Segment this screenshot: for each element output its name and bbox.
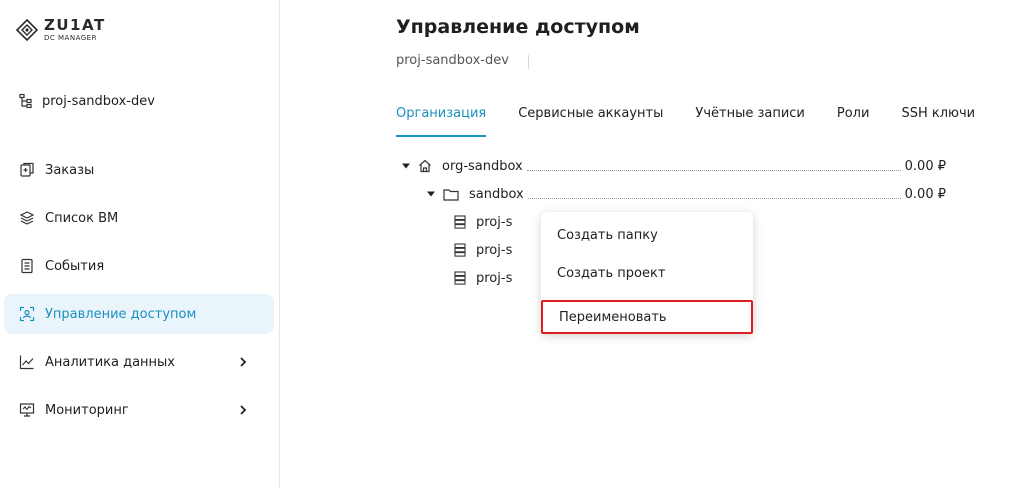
server-icon — [454, 271, 466, 285]
leader-dots — [526, 161, 901, 171]
analytics-icon — [19, 355, 34, 370]
caret-down-icon[interactable] — [425, 190, 437, 198]
context-menu: Создать папку Создать проект Переименова… — [541, 212, 753, 334]
tabs: Организация Сервисные аккаунты Учётные з… — [396, 106, 1007, 137]
tree-row[interactable]: sandbox 0.00 ₽ — [425, 182, 946, 206]
logo-icon — [16, 19, 38, 41]
page-subtitle: proj-sandbox-dev — [396, 53, 509, 68]
menu-item-create-project[interactable]: Создать проект — [541, 256, 753, 290]
sidebar-item-events[interactable]: События — [4, 246, 274, 286]
sidebar-item-vm-list[interactable]: Список ВМ — [4, 198, 274, 238]
hierarchy-icon — [19, 93, 32, 109]
chevron-right-icon — [240, 405, 247, 415]
sidebar-item-orders[interactable]: Заказы — [4, 150, 274, 190]
leader-dots — [527, 189, 901, 199]
events-icon — [21, 258, 33, 274]
tab-user-accounts[interactable]: Учётные записи — [695, 106, 805, 137]
access-icon — [19, 306, 35, 322]
folder-icon — [443, 188, 459, 201]
tab-roles[interactable]: Роли — [837, 106, 870, 137]
chevron-right-icon — [240, 357, 247, 367]
logo[interactable]: ZU1AT DC MANAGER — [16, 18, 106, 42]
sidebar: ZU1AT DC MANAGER proj-sandbox-dev Заказы — [0, 0, 280, 488]
sidebar-item-label: Управление доступом — [45, 306, 197, 322]
tree-label: org-sandbox — [442, 158, 523, 174]
tree-label: proj-s — [476, 270, 513, 286]
tree-amount: 0.00 ₽ — [904, 158, 946, 174]
tree-row[interactable]: proj-s — [454, 238, 512, 262]
sidebar-nav: Заказы Список ВМ События Управление дост… — [4, 150, 274, 438]
server-icon — [454, 215, 466, 229]
page-title: Управление доступом — [396, 16, 640, 38]
vm-list-icon — [19, 211, 35, 225]
sidebar-item-label: Аналитика данных — [45, 354, 175, 370]
caret-down-icon[interactable] — [400, 162, 412, 170]
tree-label: sandbox — [469, 186, 524, 202]
server-icon — [454, 243, 466, 257]
tree-label: proj-s — [476, 242, 513, 258]
menu-item-create-folder[interactable]: Создать папку — [541, 218, 753, 252]
sidebar-item-label: События — [45, 258, 105, 274]
logo-title: ZU1AT — [44, 16, 106, 34]
orders-icon — [20, 162, 34, 177]
project-selector[interactable]: proj-sandbox-dev — [18, 93, 155, 109]
tab-organization[interactable]: Организация — [396, 106, 487, 137]
subtitle-divider — [528, 55, 529, 69]
tree-row[interactable]: proj-s — [454, 266, 512, 290]
sidebar-item-label: Заказы — [45, 162, 95, 178]
menu-item-rename[interactable]: Переименовать — [541, 300, 753, 334]
home-icon — [418, 159, 432, 173]
sidebar-item-monitoring[interactable]: Мониторинг — [4, 390, 274, 430]
tree-row[interactable]: org-sandbox 0.00 ₽ — [400, 154, 946, 178]
tree-label: proj-s — [476, 214, 513, 230]
project-name: proj-sandbox-dev — [42, 93, 155, 109]
logo-subtitle: DC MANAGER — [44, 34, 97, 42]
sidebar-item-analytics[interactable]: Аналитика данных — [4, 342, 274, 382]
tree-amount: 0.00 ₽ — [904, 186, 946, 202]
tree-row[interactable]: proj-s — [454, 210, 512, 234]
monitoring-icon — [19, 403, 35, 417]
sidebar-item-label: Список ВМ — [45, 210, 119, 226]
sidebar-item-label: Мониторинг — [45, 402, 129, 418]
tab-ssh-keys[interactable]: SSH ключи — [901, 106, 975, 137]
tab-service-accounts[interactable]: Сервисные аккаунты — [518, 106, 663, 137]
sidebar-item-access[interactable]: Управление доступом — [4, 294, 274, 334]
